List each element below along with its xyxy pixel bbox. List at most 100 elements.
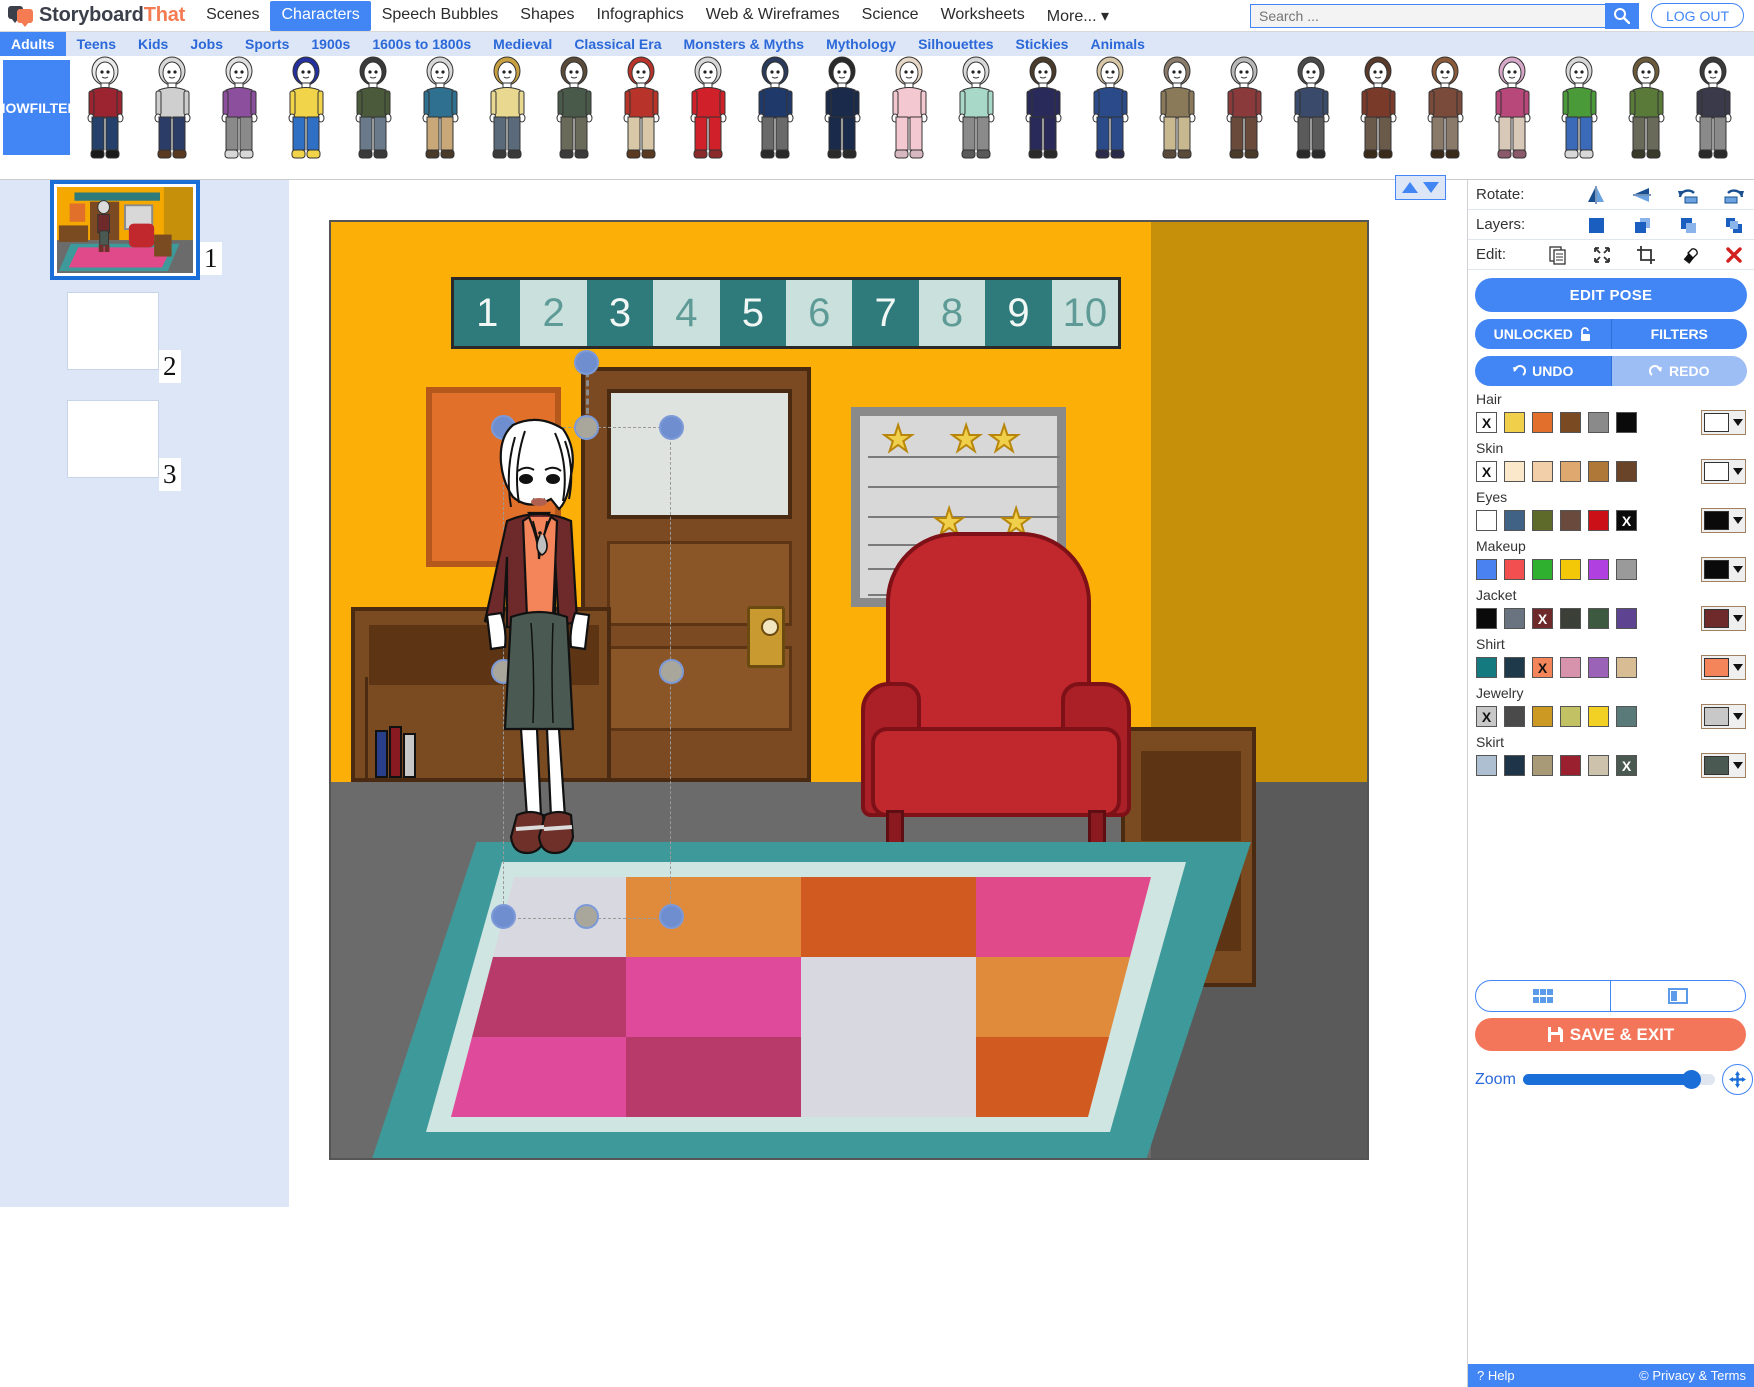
nav-item-infographics[interactable]: Infographics (586, 1, 695, 31)
subnav-item-adults[interactable]: Adults (0, 32, 66, 56)
resize-handle-bottom-left[interactable] (491, 904, 516, 929)
color-swatch[interactable] (1504, 510, 1525, 531)
color-swatch[interactable] (1588, 608, 1609, 629)
subnav-item-teens[interactable]: Teens (66, 33, 127, 55)
current-color-dropdown[interactable] (1701, 606, 1746, 631)
subnav-item-kids[interactable]: Kids (127, 33, 179, 55)
color-swatch[interactable] (1476, 755, 1497, 776)
cell-thumbnail-1[interactable] (50, 180, 200, 280)
triangle-up-icon[interactable] (1402, 182, 1418, 193)
redo-button[interactable]: REDO (1611, 356, 1747, 386)
help-link[interactable]: ? Help (1477, 1368, 1515, 1383)
color-swatch[interactable] (1616, 461, 1637, 482)
subnav-item-stickies[interactable]: Stickies (1005, 33, 1080, 55)
character-thumbnail[interactable] (72, 56, 139, 161)
rotate-right-icon[interactable] (1722, 184, 1746, 206)
color-swatch[interactable] (1588, 706, 1609, 727)
color-swatch[interactable]: X (1616, 510, 1637, 531)
resize-icon[interactable] (1590, 244, 1614, 266)
color-swatch[interactable] (1588, 657, 1609, 678)
door-knob[interactable] (747, 606, 785, 668)
color-swatch[interactable] (1560, 608, 1581, 629)
chevron-down-icon[interactable] (1733, 566, 1743, 573)
subnav-item-silhouettes[interactable]: Silhouettes (907, 33, 1004, 55)
color-swatch[interactable] (1532, 510, 1553, 531)
nav-item-shapes[interactable]: Shapes (509, 1, 585, 31)
current-color-dropdown[interactable] (1701, 508, 1746, 533)
privacy-link[interactable]: © Privacy & Terms (1639, 1368, 1746, 1383)
chevron-down-icon[interactable] (1733, 664, 1743, 671)
character-thumbnail[interactable] (206, 56, 273, 161)
color-swatch[interactable] (1504, 657, 1525, 678)
bring-forward-icon[interactable] (1630, 214, 1654, 236)
cell-thumbnail-3[interactable] (67, 400, 159, 478)
bring-to-front-icon[interactable] (1584, 214, 1608, 236)
flip-horizontal-icon[interactable] (1584, 184, 1608, 206)
unlocked-button[interactable]: UNLOCKED (1475, 319, 1612, 349)
color-swatch[interactable] (1560, 412, 1581, 433)
storyboard-canvas[interactable]: 12345678910 ★ ★ ★ ★ ★ ★ (329, 220, 1369, 1160)
current-color-dropdown[interactable] (1701, 655, 1746, 680)
strip-scrollbar-track[interactable] (0, 164, 1754, 342)
character-thumbnail[interactable] (1613, 56, 1680, 161)
character-thumbnail[interactable] (876, 56, 943, 161)
character-thumbnail[interactable] (742, 56, 809, 161)
split-view-button[interactable] (1611, 980, 1746, 1012)
current-color-dropdown[interactable] (1701, 753, 1746, 778)
current-color-dropdown[interactable] (1701, 704, 1746, 729)
color-swatch[interactable] (1616, 559, 1637, 580)
resize-handle-middle-right[interactable] (659, 659, 684, 684)
rotate-handle[interactable] (574, 350, 599, 375)
storyboard-cell-panel[interactable]: 1 2 3 (0, 180, 289, 1207)
color-swatch[interactable] (1532, 559, 1553, 580)
resize-handle-top-right[interactable] (659, 415, 684, 440)
resize-handle-bottom-center[interactable] (574, 904, 599, 929)
character-thumbnail[interactable] (675, 56, 742, 161)
character-thumbnail[interactable] (474, 56, 541, 161)
subnav-item-monsters-myths[interactable]: Monsters & Myths (672, 33, 815, 55)
nav-item-more[interactable]: More... ▾ (1036, 1, 1120, 31)
resize-handle-bottom-right[interactable] (659, 904, 684, 929)
color-swatch[interactable] (1476, 559, 1497, 580)
character-thumbnail[interactable] (407, 56, 474, 161)
character-thumbnail[interactable] (1144, 56, 1211, 161)
current-color-dropdown[interactable] (1701, 557, 1746, 582)
nav-item-characters[interactable]: Characters (270, 0, 371, 31)
logout-button[interactable]: LOG OUT (1650, 3, 1744, 28)
character-thumbnail[interactable] (1278, 56, 1345, 161)
color-swatch[interactable] (1616, 706, 1637, 727)
color-swatch[interactable] (1504, 608, 1525, 629)
color-swatch[interactable] (1560, 755, 1581, 776)
zoom-slider-knob[interactable] (1681, 1070, 1701, 1089)
subnav-item-medieval[interactable]: Medieval (482, 33, 563, 55)
color-swatch[interactable] (1616, 608, 1637, 629)
rotate-left-icon[interactable] (1676, 184, 1700, 206)
send-to-back-icon[interactable] (1722, 214, 1746, 236)
character-thumbnail-strip[interactable]: SHOW FILTERS (0, 56, 1754, 166)
subnav-item-sports[interactable]: Sports (234, 33, 300, 55)
subnav-item-1600s-to-1800s[interactable]: 1600s to 1800s (361, 33, 482, 55)
subnav-item-mythology[interactable]: Mythology (815, 33, 907, 55)
color-swatch[interactable] (1504, 706, 1525, 727)
subnav-item-1900s[interactable]: 1900s (300, 33, 361, 55)
color-swatch[interactable] (1504, 412, 1525, 433)
nav-item-worksheets[interactable]: Worksheets (930, 1, 1036, 31)
storyboardthat-logo[interactable]: StoryboardThat (0, 4, 195, 27)
show-filters-button[interactable]: SHOW FILTERS (0, 60, 87, 155)
nav-item-speech-bubbles[interactable]: Speech Bubbles (371, 1, 510, 31)
triangle-down-icon[interactable] (1423, 182, 1439, 193)
character-thumbnail[interactable] (1479, 56, 1546, 161)
edit-pose-button[interactable]: EDIT POSE (1475, 278, 1747, 312)
character-thumbnail[interactable] (1412, 56, 1479, 161)
chevron-down-icon[interactable] (1733, 713, 1743, 720)
color-swatch[interactable] (1532, 755, 1553, 776)
color-swatch[interactable]: X (1476, 706, 1497, 727)
character-thumbnail[interactable] (273, 56, 340, 161)
character-thumbnail[interactable] (139, 56, 206, 161)
color-swatch[interactable] (1532, 706, 1553, 727)
color-swatch[interactable] (1588, 461, 1609, 482)
color-swatch[interactable]: X (1476, 412, 1497, 433)
character-thumbnail[interactable] (809, 56, 876, 161)
character-thumbnail[interactable] (1747, 56, 1754, 161)
chevron-down-icon[interactable] (1733, 762, 1743, 769)
